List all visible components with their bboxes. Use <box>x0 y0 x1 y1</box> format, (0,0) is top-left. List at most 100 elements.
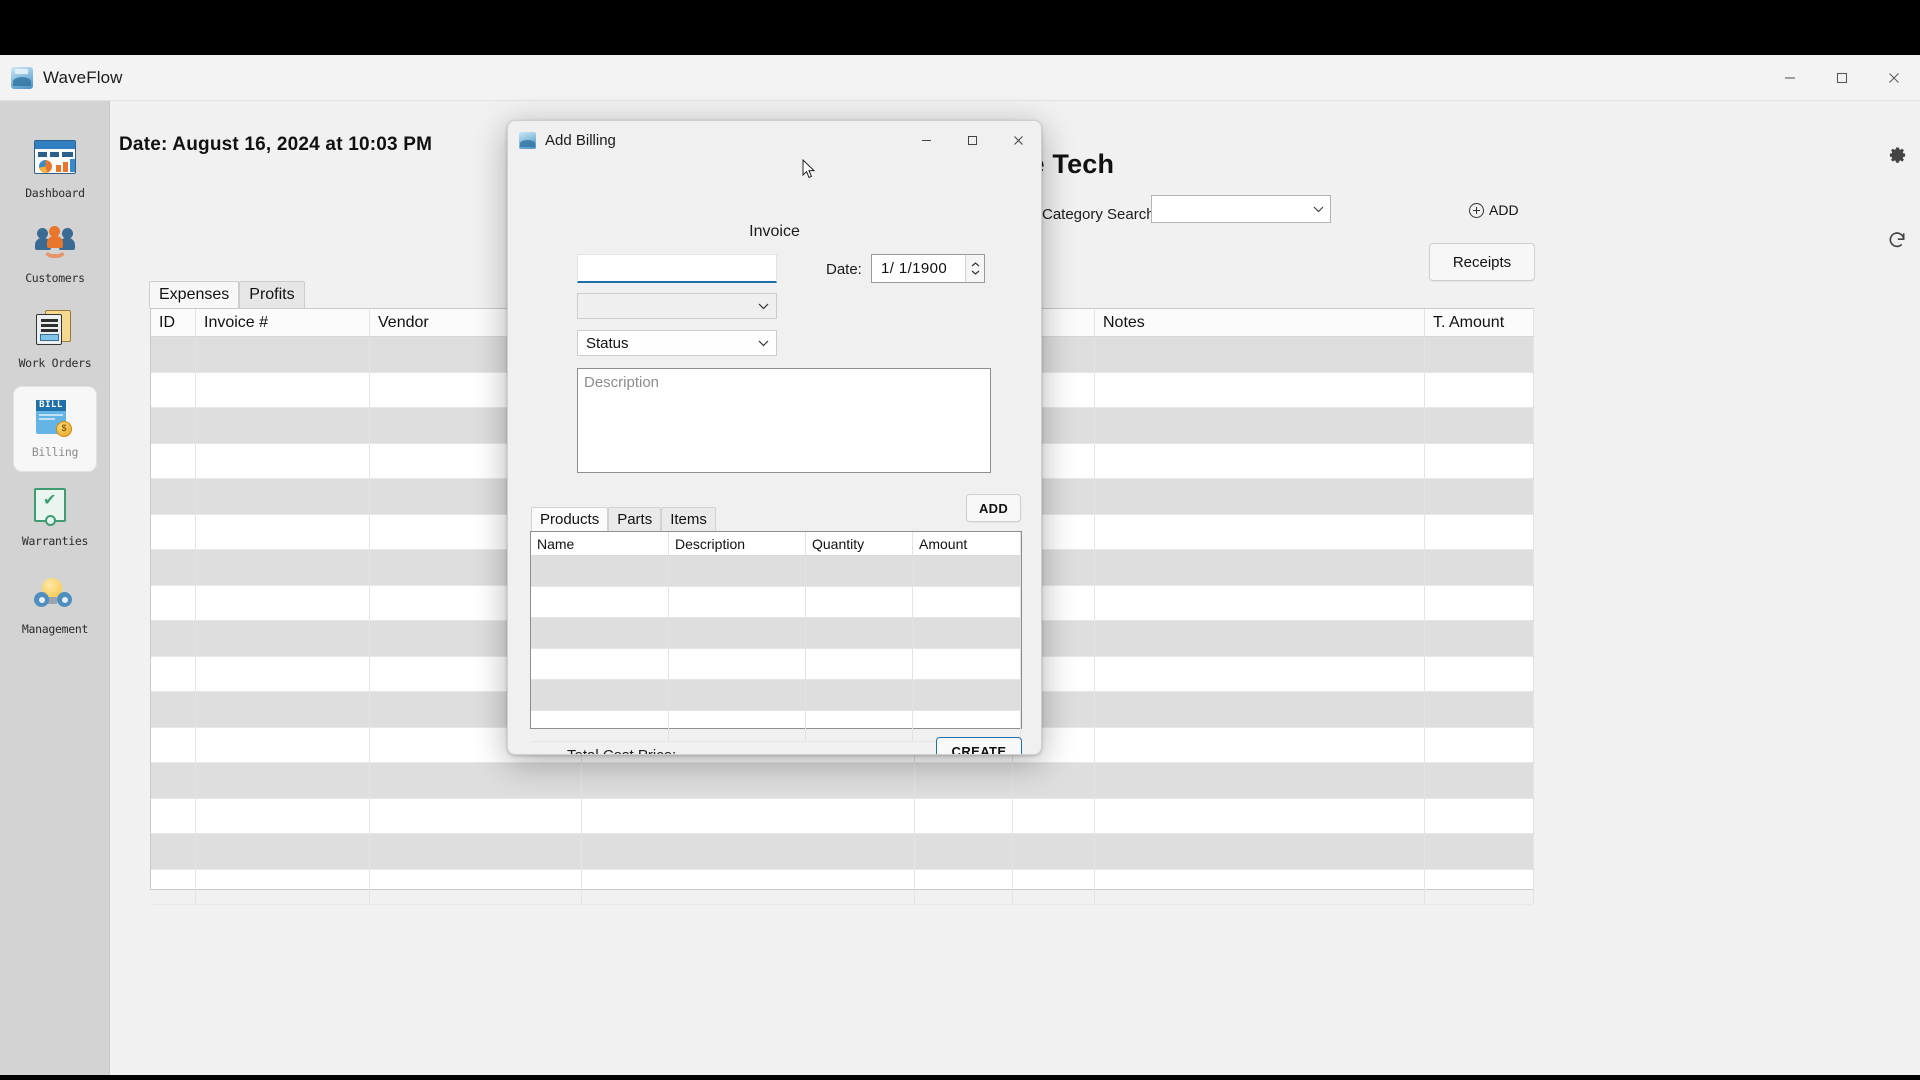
table-row[interactable] <box>151 798 1534 834</box>
dialog-add-button[interactable]: ADD <box>966 494 1021 522</box>
refresh-icon[interactable] <box>1884 227 1910 253</box>
table-cell[interactable] <box>1095 727 1425 762</box>
maximize-button[interactable] <box>1816 55 1868 101</box>
products-table-cell[interactable] <box>531 649 669 679</box>
table-cell[interactable] <box>1425 514 1534 549</box>
table-cell[interactable] <box>196 692 370 727</box>
table-cell[interactable] <box>1013 869 1095 904</box>
chevron-down-icon[interactable] <box>758 297 769 315</box>
table-cell[interactable] <box>370 834 582 869</box>
products-table-cell[interactable] <box>806 618 913 648</box>
table-column-header[interactable]: Invoice # <box>196 309 370 336</box>
table-cell[interactable] <box>151 372 196 407</box>
table-cell[interactable] <box>1095 763 1425 798</box>
table-cell[interactable] <box>582 798 915 833</box>
table-cell[interactable] <box>196 763 370 798</box>
table-cell[interactable] <box>151 834 196 869</box>
table-cell[interactable] <box>151 692 196 727</box>
table-cell[interactable] <box>196 585 370 620</box>
close-button[interactable] <box>1868 55 1920 101</box>
products-column-header[interactable]: Name <box>531 532 669 555</box>
table-cell[interactable] <box>1095 869 1425 904</box>
table-cell[interactable] <box>1425 834 1534 869</box>
tab-parts[interactable]: Parts <box>608 507 662 531</box>
table-cell[interactable] <box>1425 798 1534 833</box>
table-cell[interactable] <box>1095 408 1425 443</box>
table-cell[interactable] <box>1095 656 1425 691</box>
products-table-cell[interactable] <box>531 618 669 648</box>
table-cell[interactable] <box>915 869 1013 904</box>
products-table-cell[interactable] <box>669 711 806 741</box>
table-cell[interactable] <box>151 514 196 549</box>
sidebar-item-warranties[interactable]: ✔ Warranties <box>14 479 96 557</box>
table-cell[interactable] <box>1425 692 1534 727</box>
table-cell[interactable] <box>1425 656 1534 691</box>
table-column-header[interactable]: Notes <box>1095 309 1425 336</box>
products-table-row[interactable] <box>531 680 1021 711</box>
products-table-cell[interactable] <box>669 618 806 648</box>
products-table-row[interactable] <box>531 556 1021 587</box>
products-table-cell[interactable] <box>669 587 806 617</box>
products-table-cell[interactable] <box>669 649 806 679</box>
products-table-cell[interactable] <box>669 556 806 586</box>
table-cell[interactable] <box>151 408 196 443</box>
description-textarea[interactable]: Description <box>577 368 991 473</box>
dialog-maximize-button[interactable] <box>949 121 995 159</box>
products-table-cell[interactable] <box>806 556 913 586</box>
table-cell[interactable] <box>1095 621 1425 656</box>
table-cell[interactable] <box>915 834 1013 869</box>
products-table-cell[interactable] <box>531 556 669 586</box>
table-cell[interactable] <box>196 798 370 833</box>
table-cell[interactable] <box>151 869 196 904</box>
tab-profits[interactable]: Profits <box>239 281 305 308</box>
products-column-header[interactable]: Amount <box>913 532 1021 555</box>
table-cell[interactable] <box>196 621 370 656</box>
table-cell[interactable] <box>1425 621 1534 656</box>
vendor-select[interactable] <box>577 293 777 319</box>
table-row[interactable] <box>151 869 1534 905</box>
table-cell[interactable] <box>1095 372 1425 407</box>
table-cell[interactable] <box>196 337 370 372</box>
table-row[interactable] <box>151 763 1534 799</box>
table-cell[interactable] <box>1425 585 1534 620</box>
table-cell[interactable] <box>151 550 196 585</box>
table-cell[interactable] <box>151 621 196 656</box>
table-cell[interactable] <box>1425 763 1534 798</box>
table-cell[interactable] <box>582 834 915 869</box>
table-column-header[interactable]: T. Amount <box>1425 309 1534 336</box>
status-select[interactable]: Status <box>577 330 777 356</box>
table-cell[interactable] <box>582 869 915 904</box>
invoice-number-input[interactable] <box>577 254 777 283</box>
table-cell[interactable] <box>196 479 370 514</box>
table-cell[interactable] <box>915 763 1013 798</box>
products-table-cell[interactable] <box>806 711 913 741</box>
table-cell[interactable] <box>196 869 370 904</box>
table-cell[interactable] <box>1425 337 1534 372</box>
table-cell[interactable] <box>1425 372 1534 407</box>
table-cell[interactable] <box>196 372 370 407</box>
category-search-input[interactable] <box>1151 195 1331 223</box>
table-cell[interactable] <box>1095 585 1425 620</box>
table-cell[interactable] <box>1013 834 1095 869</box>
products-table-cell[interactable] <box>913 680 1021 710</box>
table-column-header[interactable]: ID <box>151 309 196 336</box>
spinner-updown-icon[interactable] <box>965 255 984 282</box>
sidebar-item-work-orders[interactable]: Work Orders <box>14 301 96 379</box>
table-cell[interactable] <box>1095 337 1425 372</box>
table-cell[interactable] <box>1095 834 1425 869</box>
table-cell[interactable] <box>151 443 196 478</box>
products-table-row[interactable] <box>531 649 1021 680</box>
products-table-cell[interactable] <box>669 680 806 710</box>
dialog-minimize-button[interactable] <box>903 121 949 159</box>
table-cell[interactable] <box>196 656 370 691</box>
sidebar-item-management[interactable]: Management <box>14 567 96 645</box>
table-cell[interactable] <box>151 585 196 620</box>
receipts-button[interactable]: Receipts <box>1429 243 1535 281</box>
table-cell[interactable] <box>370 798 582 833</box>
products-column-header[interactable]: Description <box>669 532 806 555</box>
products-column-header[interactable]: Quantity <box>806 532 913 555</box>
products-table-cell[interactable] <box>806 587 913 617</box>
tab-expenses[interactable]: Expenses <box>149 281 240 308</box>
create-button[interactable]: CREATE <box>936 737 1022 754</box>
dialog-close-button[interactable] <box>995 121 1041 159</box>
